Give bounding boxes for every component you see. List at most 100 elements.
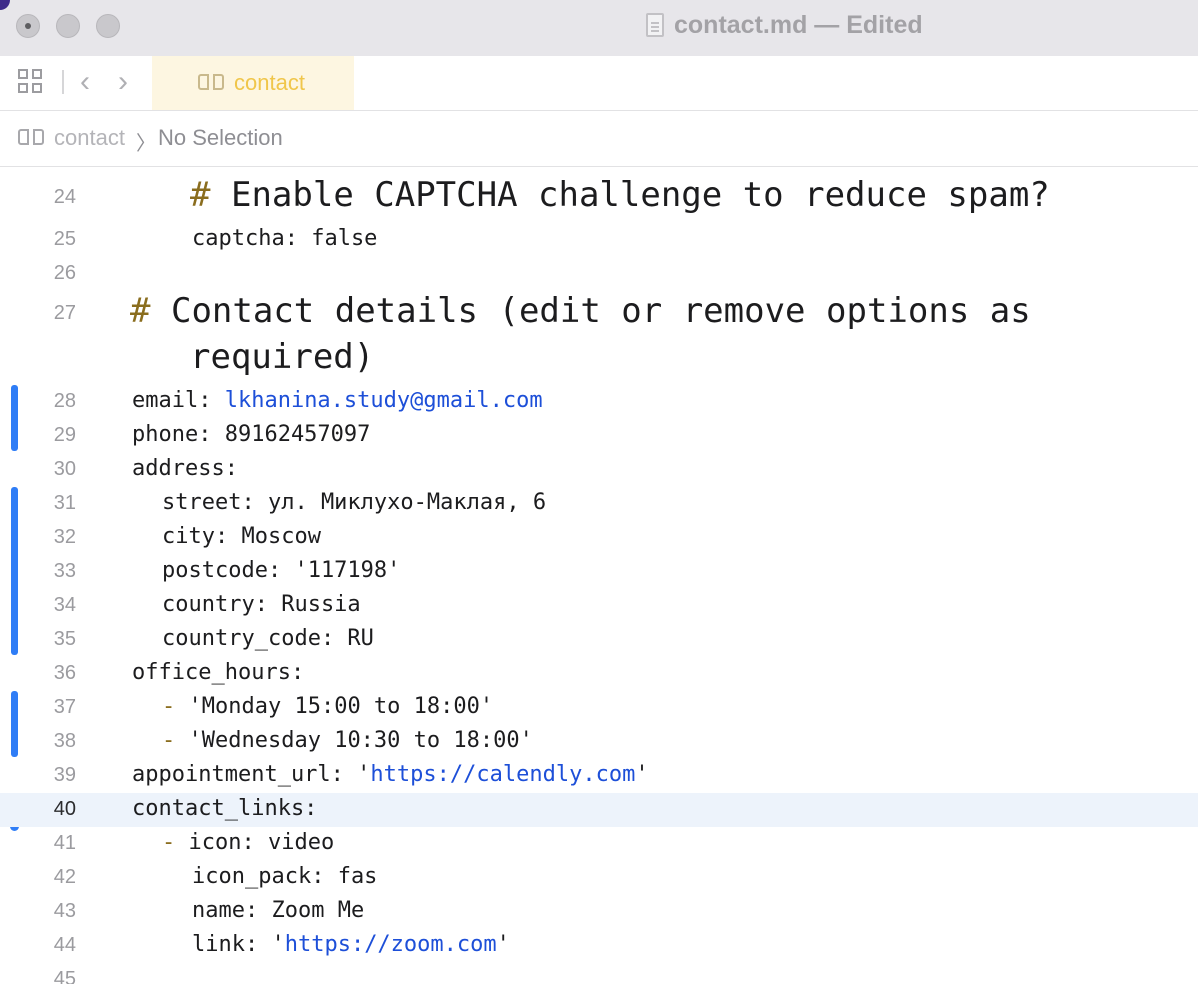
code-quote: ' [496, 932, 510, 957]
window-title: contact.md — Edited [646, 10, 923, 40]
heading-line: # Contact details (edit or remove option… [130, 291, 1031, 331]
line-number: 31 [53, 492, 76, 514]
code-line: 29 phone: 89162457097 [0, 419, 1198, 453]
heading-marker: # [130, 291, 151, 331]
jumpbar-file[interactable]: contact [54, 125, 125, 151]
line-number: 44 [53, 934, 76, 956]
chevron-right-icon[interactable]: › [118, 67, 128, 97]
list-item: - icon: video [162, 830, 334, 855]
code-text: country_code: RU [162, 626, 374, 651]
code-text: office_hours: [132, 660, 305, 685]
code-text: contact_links: [132, 796, 318, 821]
close-window-button[interactable] [16, 14, 40, 38]
code-text: postcode: '117198' [162, 558, 401, 583]
code-line: 42 icon_pack: fas [0, 861, 1198, 895]
email-link[interactable]: lkhanina.study@gmail.com [225, 388, 543, 413]
line-number: 36 [53, 662, 76, 684]
code-text: link: 'https://zoom.com' [192, 932, 510, 957]
book-icon [198, 74, 224, 94]
jump-bar: contact 〉 No Selection [0, 111, 1198, 167]
line-number: 25 [53, 228, 76, 250]
line-number: 35 [53, 628, 76, 650]
code-text: icon: video [188, 830, 335, 855]
line-number: 39 [53, 764, 76, 786]
window-title-text: contact.md — Edited [674, 10, 923, 39]
code-line: 45 [0, 963, 1198, 984]
code-text: email: lkhanina.study@gmail.com [132, 388, 543, 413]
code-line: 43 name: Zoom Me [0, 895, 1198, 929]
url-link[interactable]: https://calendly.com [370, 762, 635, 787]
code-text: country: Russia [162, 592, 361, 617]
code-text: street: ул. Миклухо-Маклая, 6 [162, 490, 547, 515]
source-editor[interactable]: 24 # Enable CAPTCHA challenge to reduce … [0, 167, 1198, 984]
line-number: 43 [53, 900, 76, 922]
url-link[interactable]: https://zoom.com [285, 932, 497, 957]
jumpbar-selection[interactable]: No Selection [158, 125, 283, 151]
line-number: 34 [53, 594, 76, 616]
zoom-window-button[interactable] [96, 14, 120, 38]
code-line: 39 appointment_url: 'https://calendly.co… [0, 759, 1198, 793]
code-text: icon_pack: fas [192, 864, 378, 889]
heading-text: Enable CAPTCHA challenge to reduce spam? [230, 175, 1050, 215]
code-line: 31 street: ул. Миклухо-Маклая, 6 [0, 487, 1198, 521]
line-number: 27 [53, 302, 76, 324]
code-line: 38 - 'Wednesday 10:30 to 18:00' [0, 725, 1198, 759]
code-line: 44 link: 'https://zoom.com' [0, 929, 1198, 963]
code-text: phone: 89162457097 [132, 422, 371, 447]
code-text: 'Wednesday 10:30 to 18:00' [188, 728, 533, 753]
line-number: 40 [53, 798, 76, 820]
grid-icon[interactable] [18, 69, 44, 95]
line-number: 37 [53, 696, 76, 718]
title-bar: contact.md — Edited [0, 0, 1198, 56]
code-text: city: Moscow [162, 524, 321, 549]
code-line: 37 - 'Monday 15:00 to 18:00' [0, 691, 1198, 725]
window-corner [0, 0, 10, 10]
code-text: appointment_url: 'https://calendly.com' [132, 762, 649, 787]
code-text: name: Zoom Me [192, 898, 365, 923]
line-number: 29 [53, 424, 76, 446]
code-line: 35 country_code: RU [0, 623, 1198, 657]
code-line: 25 captcha: false [0, 223, 1198, 257]
code-line: 36 office_hours: [0, 657, 1198, 691]
heading-line: # Enable CAPTCHA challenge to reduce spa… [190, 175, 1050, 215]
current-code-line: 40 contact_links: [0, 793, 1198, 827]
code-quote: ' [635, 762, 649, 787]
code-key: email: [132, 388, 225, 413]
heading-marker: # [190, 175, 211, 215]
code-line: 30 address: [0, 453, 1198, 487]
line-number: 42 [53, 866, 76, 888]
code-line: 32 city: Moscow [0, 521, 1198, 555]
document-icon [646, 13, 664, 37]
list-item: - 'Wednesday 10:30 to 18:00' [162, 728, 533, 753]
tab-label: contact [234, 70, 305, 95]
code-line: 26 [0, 257, 1198, 291]
code-line: 41 - icon: video [0, 827, 1198, 861]
jumpbar-separator-icon: 〉 [136, 133, 156, 155]
line-number: 32 [53, 526, 76, 548]
code-key: link: ' [192, 932, 285, 957]
chevron-left-icon[interactable]: ‹ [80, 67, 90, 97]
minimize-window-button[interactable] [56, 14, 80, 38]
code-line-wrap: required) [0, 337, 1198, 381]
tab-contact[interactable]: contact [152, 56, 354, 110]
list-item: - 'Monday 15:00 to 18:00' [162, 694, 493, 719]
line-number: 26 [53, 262, 76, 284]
code-key: appointment_url: ' [132, 762, 371, 787]
line-number: 33 [53, 560, 76, 582]
toolbar: ‹ › contact [0, 56, 1198, 111]
toolbar-divider [62, 70, 64, 94]
code-line: 24 # Enable CAPTCHA challenge to reduce … [0, 175, 1198, 219]
line-number: 41 [53, 832, 76, 854]
line-number: 30 [53, 458, 76, 480]
code-text: captcha: false [192, 226, 378, 251]
line-number: 38 [53, 730, 76, 752]
code-text: address: [132, 456, 238, 481]
list-marker: - [162, 830, 176, 855]
code-text: 'Monday 15:00 to 18:00' [188, 694, 494, 719]
line-number: 28 [53, 390, 76, 412]
line-number: 24 [53, 186, 76, 208]
book-icon [18, 129, 44, 149]
heading-text: required) [190, 337, 375, 377]
list-marker: - [162, 694, 176, 719]
code-line: 33 postcode: '117198' [0, 555, 1198, 589]
